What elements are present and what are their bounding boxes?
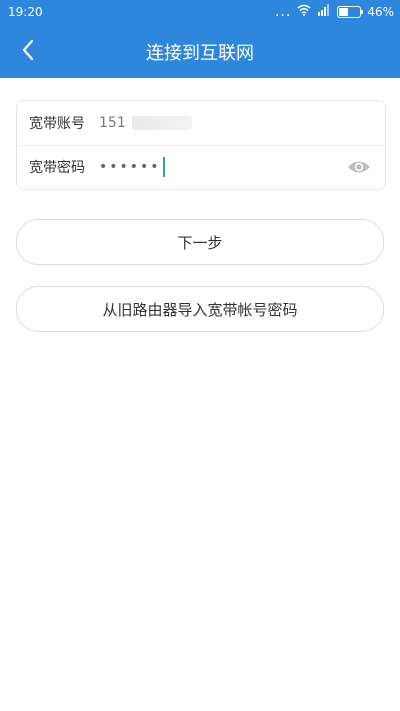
- status-bar: 19:20 ... 46%: [0, 0, 400, 24]
- battery-percent: 46%: [367, 4, 394, 19]
- notification-dots: ...: [274, 3, 292, 20]
- password-input[interactable]: ••••••: [99, 159, 161, 175]
- battery-fill: [339, 7, 349, 16]
- battery-icon: [337, 5, 364, 18]
- password-label: 宽带密码: [29, 160, 85, 176]
- password-row[interactable]: 宽带密码 ••••••: [17, 145, 385, 189]
- app-header: 连接到互联网: [0, 24, 400, 78]
- account-input[interactable]: 151: [99, 115, 126, 131]
- status-icons: ... 46%: [275, 4, 394, 19]
- account-row[interactable]: 宽带账号 151: [17, 101, 385, 146]
- wifi-icon: [297, 4, 311, 19]
- credentials-card: 宽带账号 151 宽带密码 ••••••: [16, 100, 386, 190]
- signal-icon: [317, 4, 331, 19]
- account-blur-mask: [131, 116, 192, 130]
- account-label: 宽带账号: [29, 116, 85, 132]
- text-cursor: [162, 157, 165, 177]
- import-from-old-router-button[interactable]: 从旧路由器导入宽带帐号密码: [16, 286, 384, 332]
- page-title: 连接到互联网: [146, 43, 254, 64]
- eye-icon[interactable]: [347, 158, 371, 176]
- next-button[interactable]: 下一步: [16, 219, 384, 265]
- status-time: 19:20: [8, 5, 43, 19]
